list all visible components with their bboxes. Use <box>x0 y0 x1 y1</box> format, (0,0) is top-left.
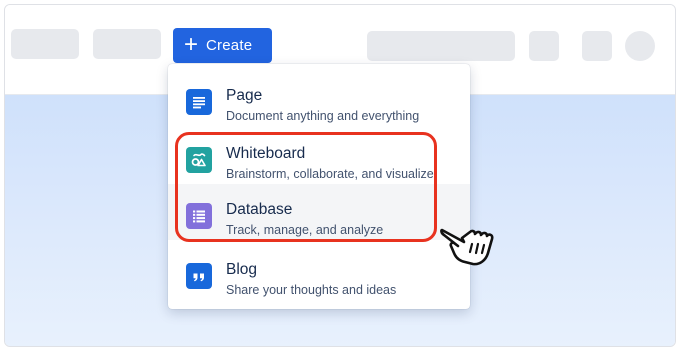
menu-item-title: Page <box>226 87 263 104</box>
nav-placeholder-2 <box>93 29 161 59</box>
create-dropdown-menu: Page Document anything and everything Wh… <box>168 64 470 309</box>
create-button[interactable]: + Create <box>173 28 272 63</box>
menu-item-description: Brainstorm, collaborate, and visualize <box>226 167 434 181</box>
menu-item-title: Database <box>226 201 293 218</box>
icon-placeholder-2 <box>582 31 612 61</box>
menu-item-title: Blog <box>226 261 258 278</box>
create-button-label: Create <box>206 37 253 54</box>
menu-item-description: Track, manage, and analyze <box>226 223 384 237</box>
menu-item-description: Share your thoughts and ideas <box>226 283 397 297</box>
icon-placeholder-1 <box>529 31 559 61</box>
plus-icon: + <box>184 30 199 58</box>
menu-item-description: Document anything and everything <box>226 109 420 123</box>
database-icon <box>186 203 212 229</box>
menu-item-blog[interactable]: Blog Share your thoughts and ideas <box>168 244 470 300</box>
menu-item-whiteboard[interactable]: Whiteboard Brainstorm, collaborate, and … <box>168 128 470 184</box>
nav-placeholder-1 <box>11 29 79 59</box>
menu-item-page[interactable]: Page Document anything and everything <box>168 70 470 126</box>
quote-icon <box>186 263 212 289</box>
whiteboard-icon <box>186 147 212 173</box>
menu-item-database[interactable]: Database Track, manage, and analyze <box>168 184 470 240</box>
search-placeholder <box>367 31 515 61</box>
pointer-hand-icon <box>440 228 494 266</box>
avatar-placeholder <box>625 31 655 61</box>
page-icon <box>186 89 212 115</box>
menu-item-title: Whiteboard <box>226 145 306 162</box>
